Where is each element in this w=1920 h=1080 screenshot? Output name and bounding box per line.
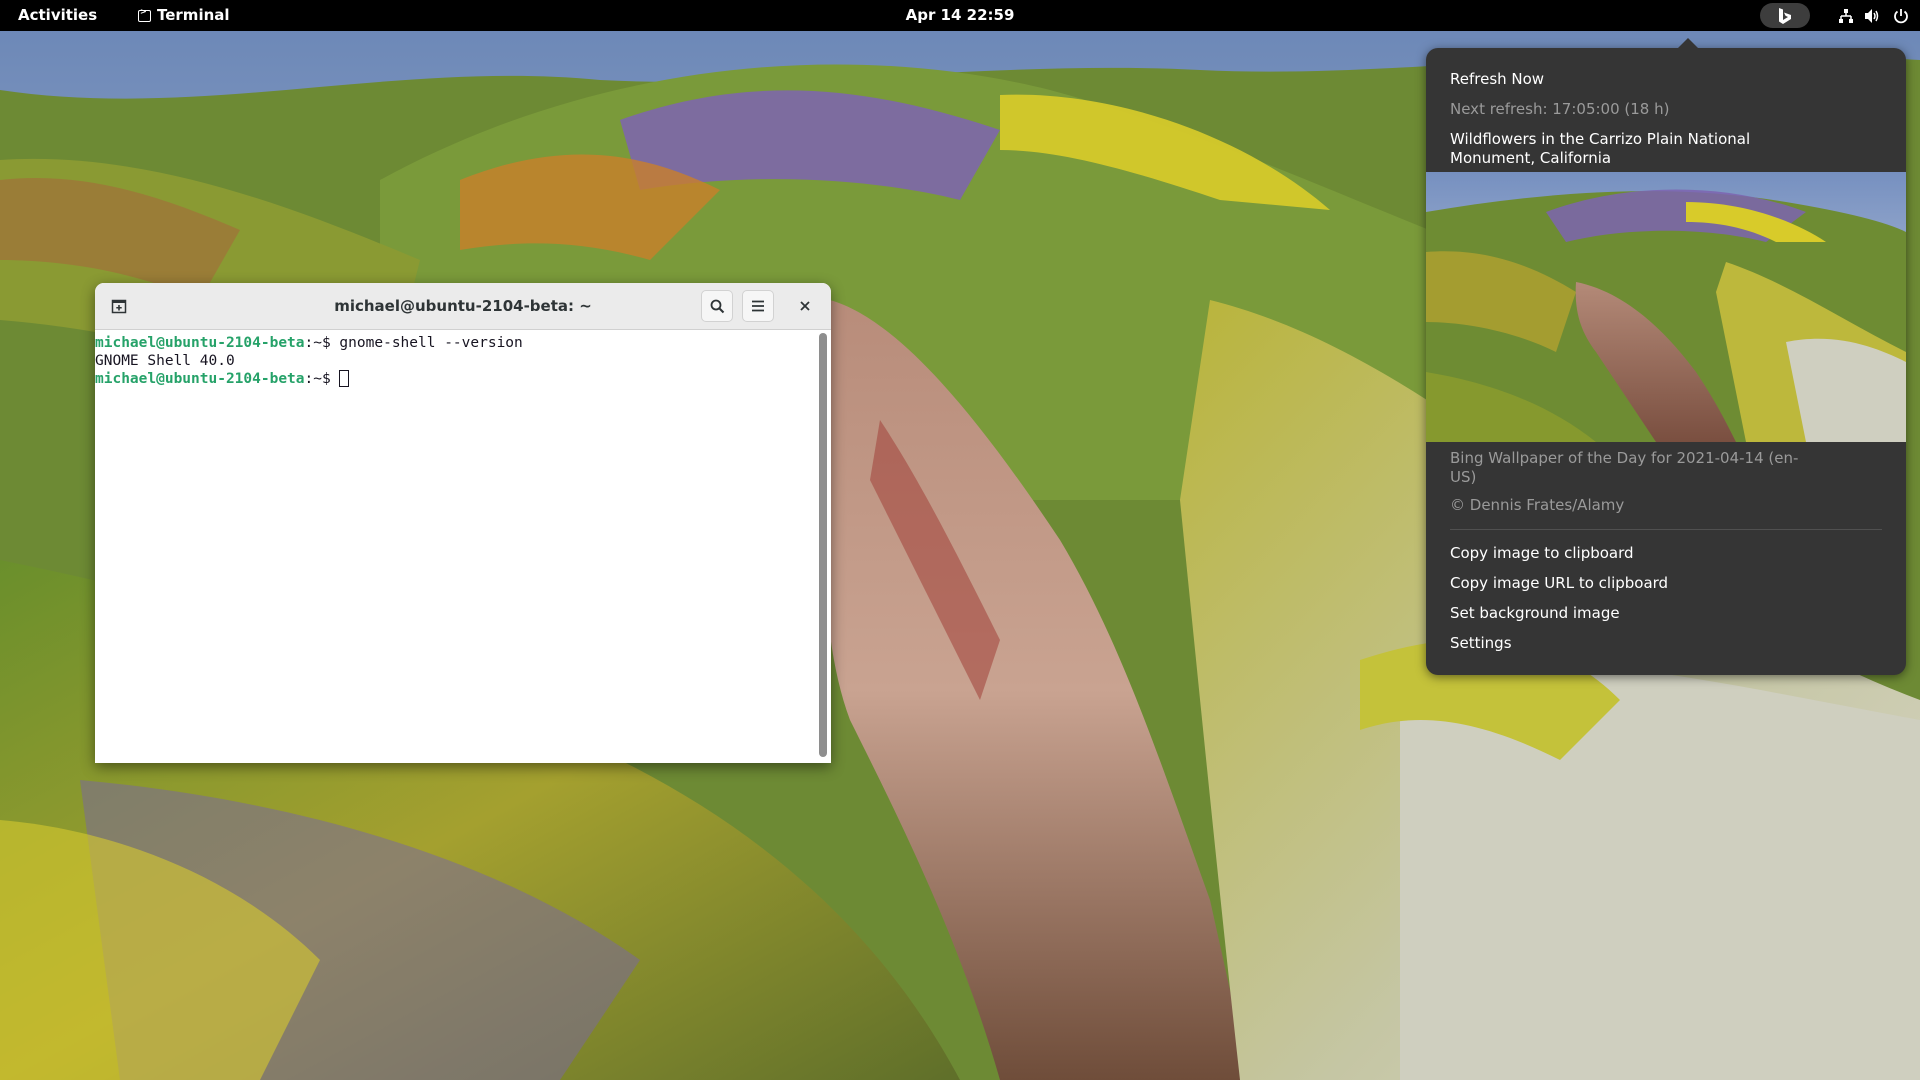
copy-image-item[interactable]: Copy image to clipboard — [1450, 544, 1880, 563]
hamburger-menu-button[interactable] — [742, 290, 774, 322]
search-icon — [710, 299, 724, 314]
network-wired-icon[interactable] — [1829, 0, 1853, 31]
next-refresh-label: Next refresh: 17:05:00 (18 h) — [1450, 100, 1670, 118]
settings-item[interactable]: Settings — [1450, 634, 1880, 653]
wallpaper-thumbnail[interactable] — [1426, 172, 1906, 442]
clock-button[interactable]: Apr 14 22:59 — [906, 6, 1015, 24]
search-button[interactable] — [701, 290, 733, 322]
terminal-window[interactable]: michael@ubuntu-2104-beta: ~ michael@ubun… — [95, 283, 831, 763]
terminal-line: michael@ubuntu-2104-beta:~$ — [95, 370, 817, 388]
command-text: :~$ gnome-shell --version — [304, 335, 523, 351]
terminal-scrollbar[interactable] — [819, 333, 827, 757]
top-bar: Activities Terminal Apr 14 22:59 — [0, 0, 1920, 31]
terminal-line: michael@ubuntu-2104-beta:~$ gnome-shell … — [95, 334, 817, 352]
close-window-button[interactable] — [789, 290, 821, 322]
bing-icon — [1779, 8, 1791, 24]
prompt-user-host: michael@ubuntu-2104-beta — [95, 335, 305, 351]
power-icon[interactable] — [1884, 0, 1908, 31]
set-background-item[interactable]: Set background image — [1450, 604, 1880, 623]
text-cursor — [339, 370, 350, 387]
thumbnail-image — [1426, 172, 1906, 442]
menu-pointer-arrow — [1677, 38, 1699, 49]
close-icon — [800, 301, 810, 311]
prompt-suffix: :~$ — [304, 371, 340, 387]
caption-line: US) — [1450, 468, 1477, 486]
new-tab-icon — [111, 299, 127, 314]
refresh-now-item[interactable]: Refresh Now — [1450, 70, 1880, 89]
app-menu-label: Terminal — [157, 6, 230, 24]
wallpaper-title-line: Monument, California — [1450, 149, 1612, 167]
command-output: GNOME Shell 40.0 — [95, 353, 235, 369]
bing-wallpaper-menu: Refresh Now Next refresh: 17:05:00 (18 h… — [1426, 38, 1906, 675]
terminal-header-bar[interactable]: michael@ubuntu-2104-beta: ~ — [95, 283, 831, 330]
new-tab-button[interactable] — [103, 290, 135, 322]
copyright-label: © Dennis Frates/Alamy — [1450, 496, 1625, 514]
hamburger-icon — [752, 300, 764, 312]
wallpaper-title-item[interactable]: Wildflowers in the Carrizo Plain Nationa… — [1450, 130, 1880, 168]
wallpaper-caption: Bing Wallpaper of the Day for 2021-04-14… — [1450, 449, 1880, 487]
prompt-user-host: michael@ubuntu-2104-beta — [95, 371, 305, 387]
bing-wallpaper-indicator[interactable] — [1760, 3, 1810, 28]
caption-line: Bing Wallpaper of the Day for 2021-04-14… — [1450, 449, 1799, 467]
app-menu-button[interactable]: Terminal — [138, 0, 230, 31]
clock-area: Apr 14 22:59 — [0, 0, 1920, 31]
terminal-output[interactable]: michael@ubuntu-2104-beta:~$ gnome-shell … — [95, 330, 817, 763]
wallpaper-title-line: Wildflowers in the Carrizo Plain Nationa… — [1450, 130, 1751, 148]
volume-icon[interactable] — [1855, 0, 1879, 31]
copy-image-url-item[interactable]: Copy image URL to clipboard — [1450, 574, 1880, 593]
terminal-line: GNOME Shell 40.0 — [95, 352, 817, 370]
terminal-app-icon — [138, 2, 151, 22]
menu-separator — [1450, 529, 1882, 530]
activities-button[interactable]: Activities — [18, 0, 97, 31]
